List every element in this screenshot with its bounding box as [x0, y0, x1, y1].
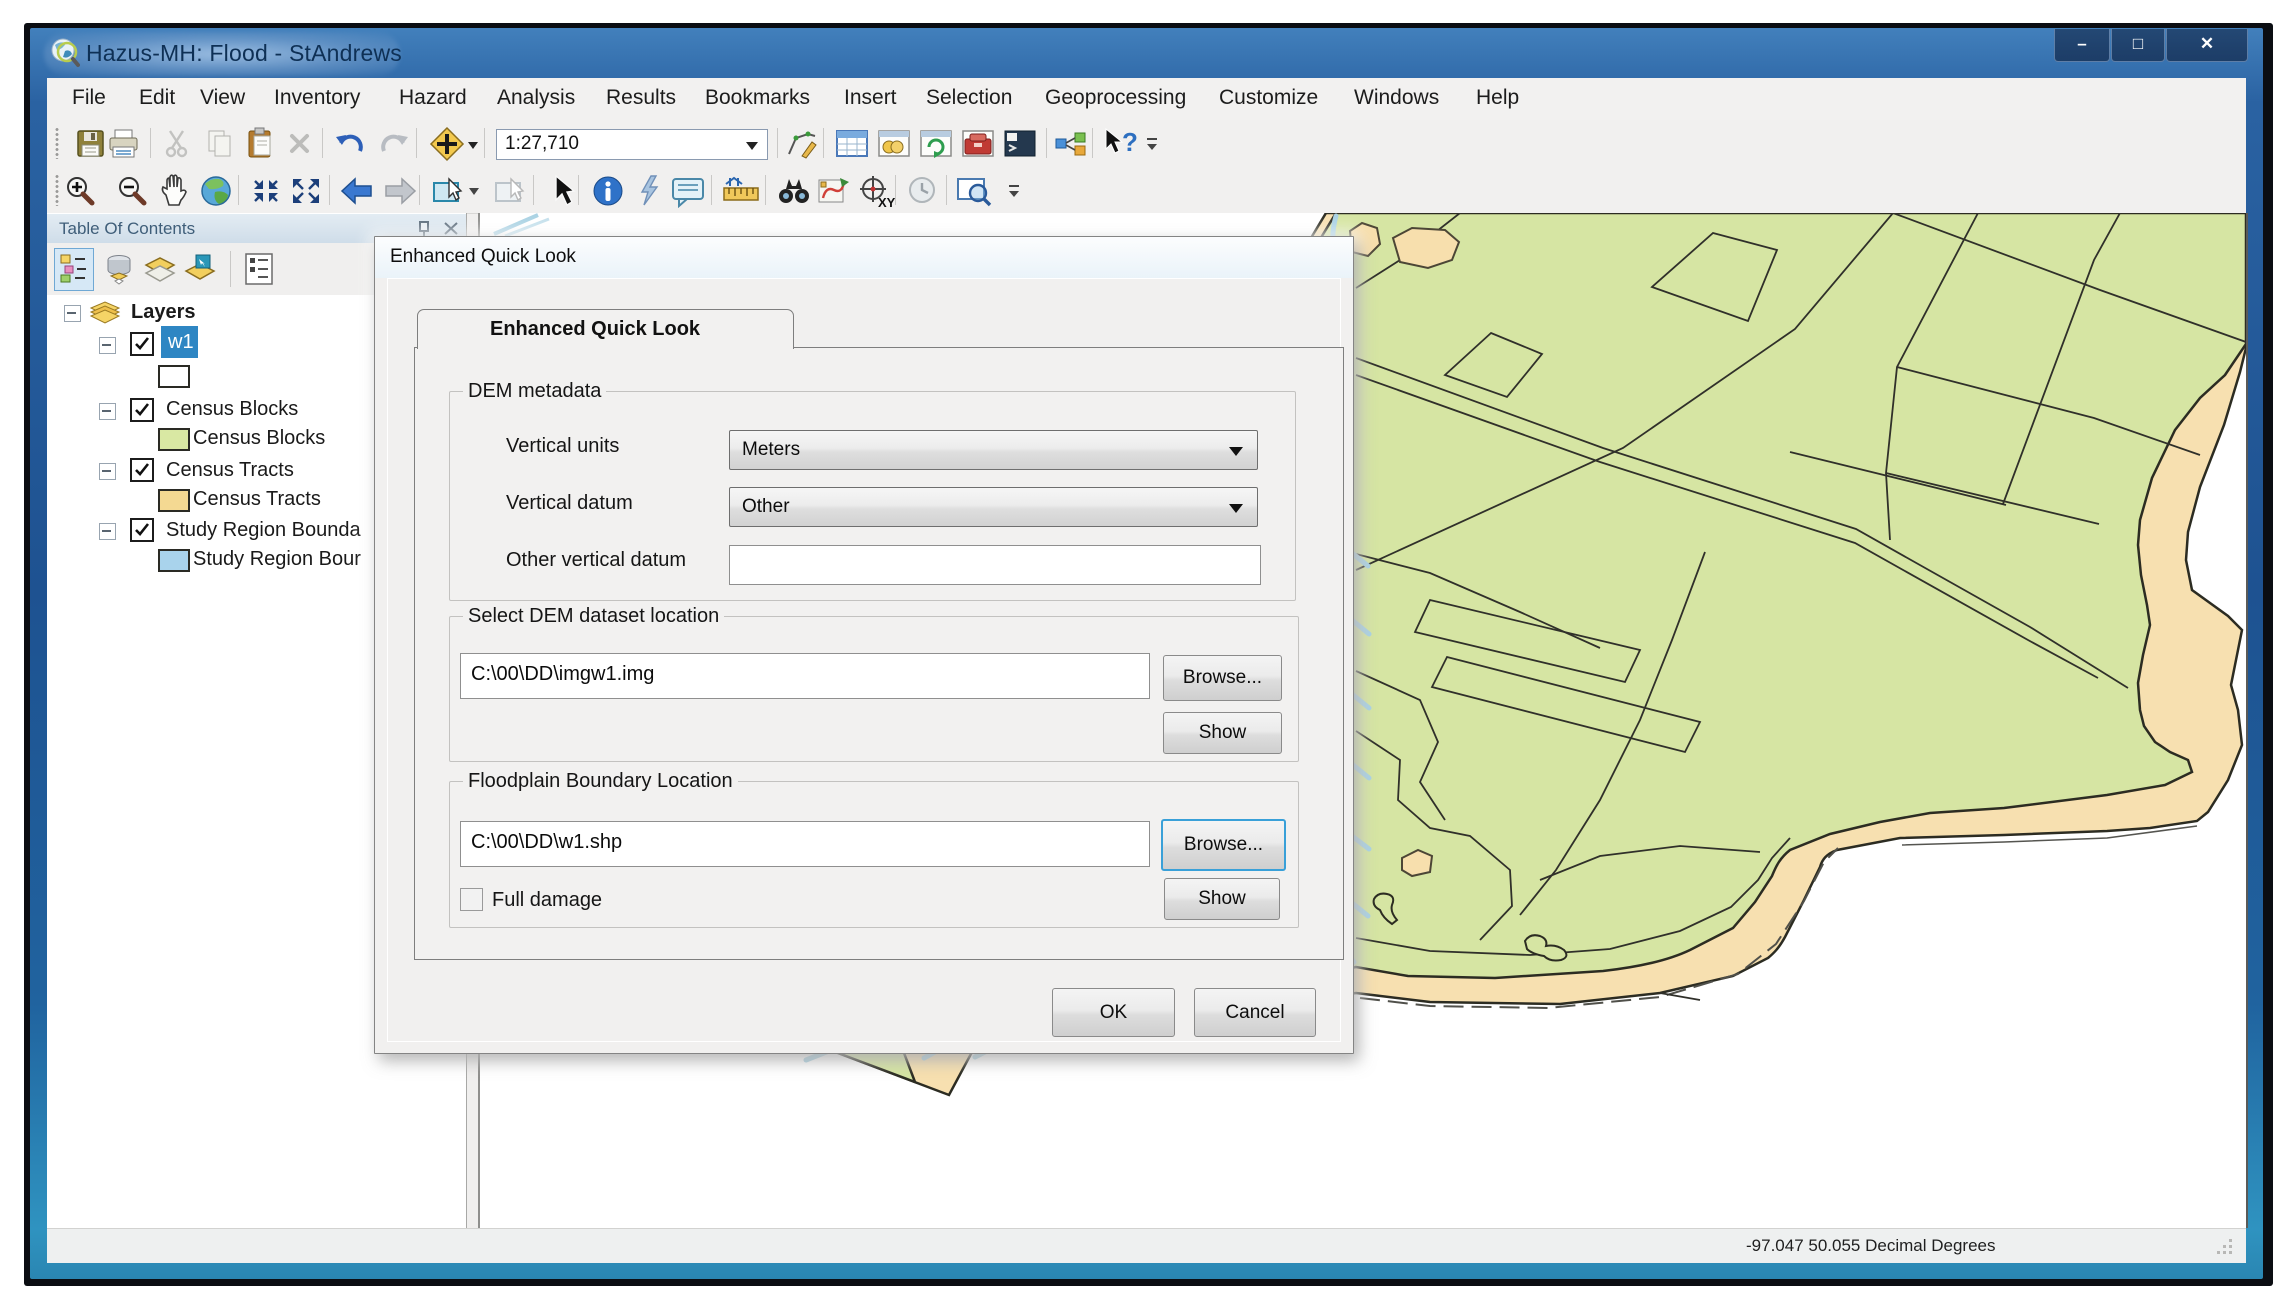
svg-text:?: ? — [1122, 127, 1138, 157]
svg-text:XY: XY — [878, 195, 896, 208]
